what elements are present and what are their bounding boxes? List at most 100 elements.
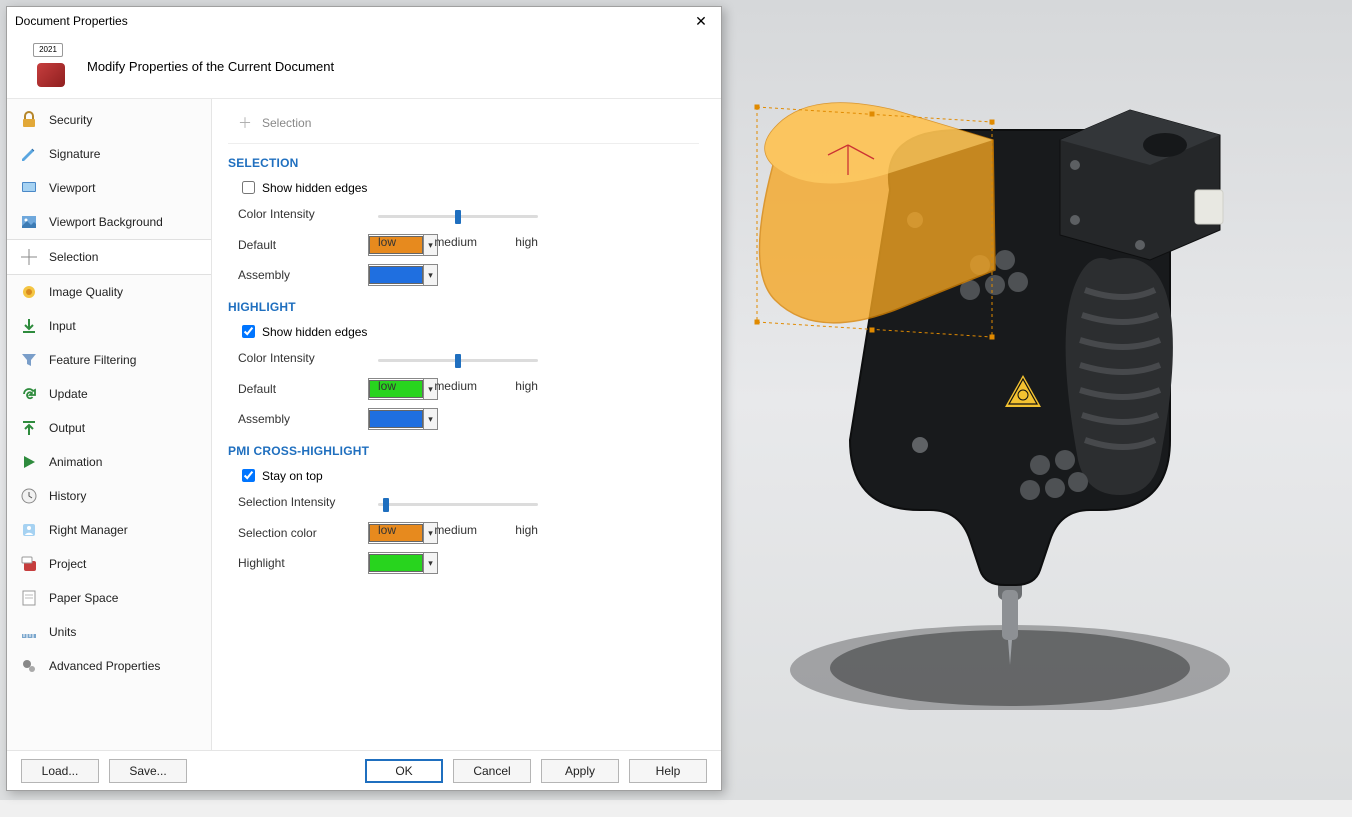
sidebar: Security Signature Viewport Viewport Backgr… (7, 99, 212, 750)
screen-icon (19, 179, 39, 197)
pmi-selection-intensity-label: Selection Intensity (228, 495, 368, 509)
dialog-header: 2021 Modify Properties of the Current Do… (7, 35, 721, 99)
app-icon: 2021 (31, 47, 71, 87)
highlight-color-intensity-slider[interactable] (378, 359, 538, 362)
sidebar-item-label: Input (49, 319, 76, 333)
sidebar-item-label: Signature (49, 147, 100, 161)
sidebar-item-label: Security (49, 113, 92, 127)
sidebar-item-label: Output (49, 421, 85, 435)
highlight-assembly-color-dropdown[interactable]: ▾ (368, 408, 438, 430)
refresh-icon (19, 385, 39, 403)
rights-icon (19, 521, 39, 539)
caret-down-icon: ▾ (423, 553, 437, 573)
help-button[interactable]: Help (629, 759, 707, 783)
selection-color-intensity-slider[interactable] (378, 215, 538, 218)
sidebar-item-history[interactable]: History (7, 479, 211, 513)
sidebar-item-selection[interactable]: Selection (7, 239, 211, 275)
sidebar-item-label: Project (49, 557, 86, 571)
sidebar-item-label: Feature Filtering (49, 353, 136, 367)
sidebar-item-label: Viewport Background (49, 215, 163, 229)
clock-icon (19, 487, 39, 505)
selection-assembly-color-dropdown[interactable]: ▾ (368, 264, 438, 286)
dialog-footer: Load... Save... OK Cancel Apply Help (7, 750, 721, 790)
pmi-selection-intensity-slider[interactable] (378, 503, 538, 506)
sidebar-item-label: Image Quality (49, 285, 123, 299)
sidebar-item-viewport-background[interactable]: Viewport Background (7, 205, 211, 239)
sidebar-item-output[interactable]: Output (7, 411, 211, 445)
cancel-button[interactable]: Cancel (453, 759, 531, 783)
play-icon (19, 453, 39, 471)
highlight-show-hidden-edges-label: Show hidden edges (262, 325, 367, 339)
pmi-highlight-label: Highlight (228, 556, 368, 570)
sidebar-item-label: Units (49, 625, 76, 639)
sidebar-item-label: Advanced Properties (49, 659, 160, 673)
sidebar-item-right-manager[interactable]: Right Manager (7, 513, 211, 547)
cursor-icon (19, 248, 39, 266)
ruler-icon (19, 623, 39, 641)
highlight-slider-labels: low medium high (378, 379, 538, 393)
highlight-assembly-label: Assembly (228, 412, 368, 426)
sidebar-item-paper-space[interactable]: Paper Space (7, 581, 211, 615)
ok-button[interactable]: OK (365, 759, 443, 783)
sidebar-item-label: Paper Space (49, 591, 118, 605)
sidebar-item-animation[interactable]: Animation (7, 445, 211, 479)
sidebar-item-feature-filtering[interactable]: Feature Filtering (7, 343, 211, 377)
pmi-stay-on-top-checkbox[interactable] (242, 469, 255, 482)
section-title-pmi: PMI CROSS-HIGHLIGHT (228, 444, 699, 458)
sidebar-item-label: Update (49, 387, 88, 401)
sidebar-item-update[interactable]: Update (7, 377, 211, 411)
pmi-slider-labels: low medium high (378, 523, 538, 537)
quality-icon (19, 283, 39, 301)
pen-icon (19, 145, 39, 163)
caret-down-icon: ▾ (423, 265, 437, 285)
sidebar-item-units[interactable]: Units (7, 615, 211, 649)
sidebar-item-input[interactable]: Input (7, 309, 211, 343)
save-button[interactable]: Save... (109, 759, 187, 783)
paper-icon (19, 589, 39, 607)
section-title-selection: SELECTION (228, 156, 699, 170)
selection-slider-labels: low medium high (378, 235, 538, 249)
selection-show-hidden-edges-label: Show hidden edges (262, 181, 367, 195)
load-button[interactable]: Load... (21, 759, 99, 783)
section-title-highlight: HIGHLIGHT (228, 300, 699, 314)
window-title: Document Properties (15, 14, 689, 28)
sidebar-item-viewport[interactable]: Viewport (7, 171, 211, 205)
highlight-show-hidden-edges-checkbox[interactable] (242, 325, 255, 338)
sidebar-item-label: Right Manager (49, 523, 128, 537)
close-icon[interactable]: ✕ (689, 13, 713, 30)
sidebar-item-label: Selection (49, 250, 98, 264)
pmi-stay-on-top-label: Stay on top (262, 469, 323, 483)
content-header[interactable]: ＋ Selection (228, 109, 699, 144)
apply-button[interactable]: Apply (541, 759, 619, 783)
highlight-default-label: Default (228, 382, 368, 396)
selection-assembly-label: Assembly (228, 268, 368, 282)
plus-icon: ＋ (238, 113, 252, 133)
content-panel: ＋ Selection SELECTION Show hidden edges … (212, 99, 721, 750)
document-properties-dialog: Document Properties ✕ 2021 Modify Proper… (6, 6, 722, 791)
sidebar-item-project[interactable]: Project (7, 547, 211, 581)
highlight-color-intensity-label: Color Intensity (228, 351, 368, 365)
model-placeholder (740, 90, 1240, 710)
dialog-subtitle: Modify Properties of the Current Documen… (87, 59, 334, 74)
content-header-title: Selection (262, 116, 311, 130)
sidebar-item-advanced-properties[interactable]: Advanced Properties (7, 649, 211, 683)
selection-color-intensity-label: Color Intensity (228, 207, 368, 221)
lock-icon (19, 111, 39, 129)
sidebar-item-image-quality[interactable]: Image Quality (7, 275, 211, 309)
filter-icon (19, 351, 39, 369)
arrow-out-icon (19, 419, 39, 437)
sidebar-item-label: Animation (49, 455, 102, 469)
sidebar-item-label: History (49, 489, 86, 503)
sidebar-item-signature[interactable]: Signature (7, 137, 211, 171)
sidebar-item-security[interactable]: Security (7, 103, 211, 137)
caret-down-icon: ▾ (423, 409, 437, 429)
pmi-highlight-color-dropdown[interactable]: ▾ (368, 552, 438, 574)
selection-default-label: Default (228, 238, 368, 252)
titlebar[interactable]: Document Properties ✕ (7, 7, 721, 35)
pmi-selection-color-label: Selection color (228, 526, 368, 540)
sidebar-item-label: Viewport (49, 181, 95, 195)
gears-icon (19, 657, 39, 675)
arrow-in-icon (19, 317, 39, 335)
image-icon (19, 213, 39, 231)
selection-show-hidden-edges-checkbox[interactable] (242, 181, 255, 194)
